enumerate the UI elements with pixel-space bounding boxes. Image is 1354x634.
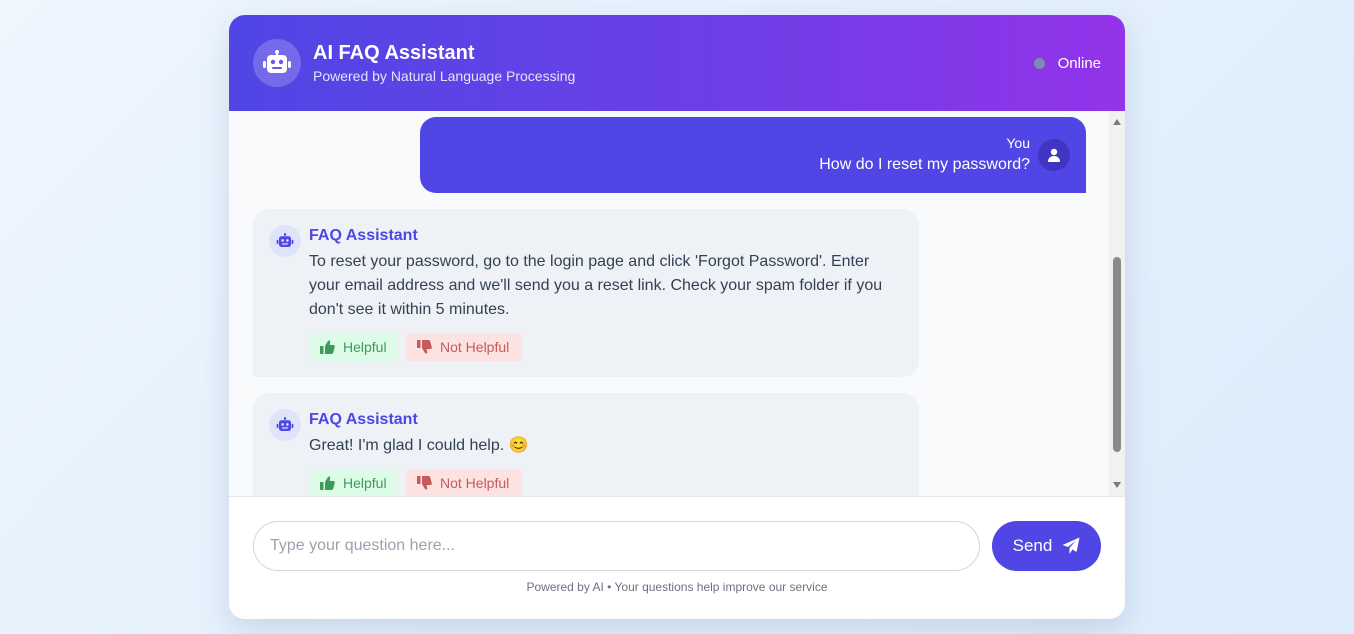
question-input[interactable]	[253, 521, 980, 571]
chat-header: AI FAQ Assistant Powered by Natural Lang…	[229, 15, 1125, 111]
thumbs-down-icon	[417, 476, 432, 490]
message-sender: You	[1006, 135, 1030, 151]
bot-message: FAQ Assistant To reset your password, go…	[253, 209, 919, 377]
not-helpful-label: Not Helpful	[440, 339, 510, 355]
chat-subtitle: Powered by Natural Language Processing	[313, 68, 576, 84]
message-text: Great! I'm glad I could help. 😊	[309, 437, 529, 454]
scrollbar-thumb[interactable]	[1113, 257, 1121, 452]
robot-icon	[253, 39, 301, 87]
helpful-label: Helpful	[343, 339, 387, 355]
paper-plane-icon	[1062, 537, 1080, 554]
footer-note: Powered by AI • Your questions help impr…	[526, 580, 828, 594]
scrollbar[interactable]	[1109, 111, 1125, 496]
message-text: To reset your password, go to the login …	[309, 253, 883, 318]
chat-window: AI FAQ Assistant Powered by Natural Lang…	[229, 15, 1125, 619]
helpful-button[interactable]: Helpful	[309, 469, 398, 496]
message-sender: FAQ Assistant	[309, 227, 418, 244]
chat-title: AI FAQ Assistant	[313, 42, 475, 64]
thumbs-down-icon	[417, 340, 432, 354]
user-message: You How do I reset my password?	[420, 117, 1086, 193]
not-helpful-button[interactable]: Not Helpful	[406, 469, 522, 496]
robot-icon	[269, 225, 301, 257]
robot-icon	[269, 409, 301, 441]
scroll-up-arrow-icon[interactable]	[1113, 119, 1121, 125]
status-dot-icon	[1033, 58, 1045, 69]
helpful-label: Helpful	[343, 475, 387, 491]
send-button[interactable]: Send	[992, 521, 1101, 571]
status-indicator: Online	[1033, 55, 1101, 72]
bot-message: FAQ Assistant Great! I'm glad I could he…	[253, 393, 919, 496]
feedback-row: Helpful Not Helpful	[309, 333, 522, 361]
send-label: Send	[1012, 536, 1053, 555]
thumbs-up-icon	[320, 476, 335, 490]
not-helpful-label: Not Helpful	[440, 475, 510, 491]
user-icon	[1038, 139, 1070, 171]
not-helpful-button[interactable]: Not Helpful	[406, 333, 522, 361]
status-label: Online	[1057, 55, 1101, 72]
helpful-button[interactable]: Helpful	[309, 333, 398, 361]
thumbs-up-icon	[320, 340, 335, 354]
scroll-down-arrow-icon[interactable]	[1113, 482, 1121, 488]
message-text: How do I reset my password?	[819, 156, 1030, 173]
message-list[interactable]: You How do I reset my password? FAQ Assi…	[229, 111, 1125, 496]
composer: Send Powered by AI • Your questions help…	[229, 496, 1125, 619]
feedback-row: Helpful Not Helpful	[309, 469, 522, 496]
message-sender: FAQ Assistant	[309, 411, 418, 428]
